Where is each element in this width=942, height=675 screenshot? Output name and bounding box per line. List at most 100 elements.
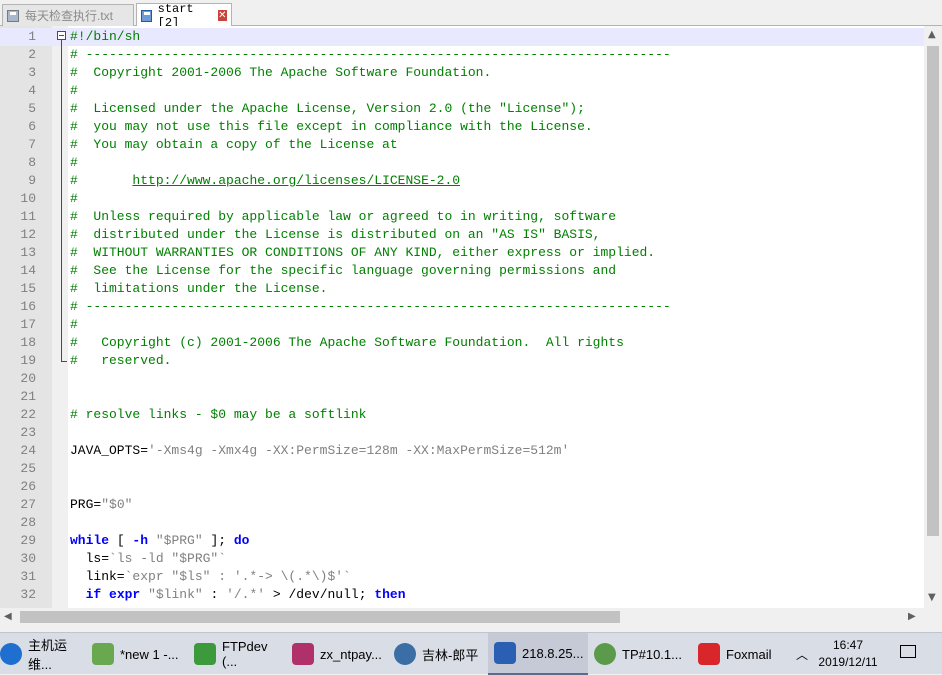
code-line[interactable]: 22 # resolve links - $0 may be a softlink xyxy=(0,406,924,424)
scroll-left-icon[interactable]: ◀ xyxy=(4,611,12,622)
line-number: 7 xyxy=(28,137,36,152)
line-number: 8 xyxy=(28,155,36,170)
code-line[interactable]: 23 xyxy=(0,424,924,442)
code-line[interactable]: 25 xyxy=(0,460,924,478)
line-text: # Copyright 2001-2006 The Apache Softwar… xyxy=(70,64,491,82)
code-line[interactable]: 18 # Copyright (c) 2001-2006 The Apache S… xyxy=(0,334,924,352)
line-text: # limitations under the License. xyxy=(70,280,327,298)
scrollbar-corner xyxy=(924,608,942,626)
code-token: # xyxy=(70,83,78,98)
taskbar-item[interactable]: 吉林-郎平 xyxy=(390,633,486,675)
chevron-up-icon[interactable]: ︿ xyxy=(796,646,808,663)
line-number: 6 xyxy=(28,119,36,134)
code-line[interactable]: 6 # you may not use this file except in c… xyxy=(0,118,924,136)
code-token: # reserved. xyxy=(70,353,172,368)
code-line[interactable]: 7 # You may obtain a copy of the License … xyxy=(0,136,924,154)
code-editor[interactable]: 1 #!/bin/sh 2 # ---------------------------… xyxy=(0,26,924,608)
line-number: 1 xyxy=(28,29,36,44)
line-number: 10 xyxy=(20,191,36,206)
line-number: 26 xyxy=(20,479,36,494)
taskbar-item[interactable]: TP#10.1... xyxy=(590,633,690,675)
line-text: #!/bin/sh xyxy=(70,28,140,46)
taskbar-item[interactable]: zx_ntpay... xyxy=(288,633,388,675)
code-line[interactable]: 20 xyxy=(0,370,924,388)
code-line[interactable]: 19 # reserved. xyxy=(0,352,924,370)
ftp-icon xyxy=(194,643,216,665)
line-number: 27 xyxy=(20,497,36,512)
line-number: 13 xyxy=(20,245,36,260)
code-line[interactable]: 12 # distributed under the License is dis… xyxy=(0,226,924,244)
taskbar-item-active[interactable]: 218.8.25... xyxy=(488,633,588,675)
taskbar-item[interactable]: FTPdev (... xyxy=(190,633,286,675)
line-number: 23 xyxy=(20,425,36,440)
line-number: 11 xyxy=(20,209,36,224)
fold-collapse-icon[interactable] xyxy=(57,31,66,40)
code-line[interactable]: 9 # http://www.apache.org/licenses/LICENS… xyxy=(0,172,924,190)
line-text: # resolve links - $0 may be a softlink xyxy=(70,406,366,424)
code-line[interactable]: 15 # limitations under the License. xyxy=(0,280,924,298)
code-line[interactable]: 10 # xyxy=(0,190,924,208)
taskbar-item[interactable]: 主机运维... xyxy=(0,633,86,675)
taskbar-item-label: *new 1 -... xyxy=(120,646,179,662)
scroll-down-icon[interactable]: ▼ xyxy=(928,592,936,603)
horizontal-scroll-thumb[interactable] xyxy=(20,611,620,623)
line-number: 22 xyxy=(20,407,36,422)
clock-time: 16:47 xyxy=(832,638,864,652)
tab-bar: 每天检查执行.txt start [2] ✕ xyxy=(0,0,942,30)
line-number: 16 xyxy=(20,299,36,314)
code-line[interactable]: 3 # Copyright 2001-2006 The Apache Softwa… xyxy=(0,64,924,82)
notification-icon[interactable] xyxy=(900,645,916,658)
code-line[interactable]: 24 JAVA_OPTS='-Xms4g -Xmx4g -XX:PermSize=… xyxy=(0,442,924,460)
close-tab-icon[interactable]: ✕ xyxy=(217,10,227,21)
code-token: # Copyright 2001-2006 The Apache Softwar… xyxy=(70,65,492,80)
code-line[interactable]: 4 # xyxy=(0,82,924,100)
code-line[interactable]: 30 ls=`ls -ld "$PRG"` xyxy=(0,550,924,568)
code-line[interactable]: 16 # ------------------------------------… xyxy=(0,298,924,316)
code-line[interactable]: 11 # Unless required by applicable law or… xyxy=(0,208,924,226)
taskbar-item-label: zx_ntpay... xyxy=(320,646,382,662)
code-token: if xyxy=(85,587,102,602)
line-text: # --------------------------------------… xyxy=(70,298,671,316)
code-token: # You may obtain a copy of the License a… xyxy=(70,137,398,152)
code-token: # xyxy=(70,191,78,206)
code-token: `expr "$ls" : '.*-> \(.*\)$'` xyxy=(124,569,351,584)
line-number: 28 xyxy=(20,515,36,530)
code-line[interactable]: 28 xyxy=(0,514,924,532)
code-line[interactable]: 17 # xyxy=(0,316,924,334)
code-line[interactable]: 32 if expr "$link" : '/.*' > /dev/null; … xyxy=(0,586,924,604)
line-number: 3 xyxy=(28,65,36,80)
scroll-right-icon[interactable]: ▶ xyxy=(908,611,916,622)
vertical-scrollbar[interactable]: ▲ ▼ xyxy=(924,26,942,608)
system-clock[interactable]: 16:47 2019/12/11 xyxy=(808,637,888,671)
code-line[interactable]: 21 xyxy=(0,388,924,406)
taskbar-item[interactable]: Foxmail xyxy=(692,633,788,675)
code-line[interactable]: 5 # Licensed under the Apache License, Ve… xyxy=(0,100,924,118)
vertical-scroll-thumb[interactable] xyxy=(927,46,939,536)
code-line[interactable]: 26 xyxy=(0,478,924,496)
code-line[interactable]: 29 while [ -h "$PRG" ]; do xyxy=(0,532,924,550)
clock-date: 2019/12/11 xyxy=(818,655,878,669)
code-token: > /dev/null; xyxy=(265,587,375,602)
code-token: # resolve links - $0 may be a softlink xyxy=(70,407,367,422)
line-number: 12 xyxy=(20,227,36,242)
code-line[interactable]: 8 # xyxy=(0,154,924,172)
taskbar-item[interactable]: *new 1 -... xyxy=(90,633,186,675)
code-line[interactable]: 13 # WITHOUT WARRANTIES OR CONDITIONS OF … xyxy=(0,244,924,262)
horizontal-scrollbar[interactable]: ◀ ▶ xyxy=(0,608,924,626)
line-number: 21 xyxy=(20,389,36,404)
saved-file-icon xyxy=(7,9,19,22)
code-line[interactable]: 14 # See the License for the specific lan… xyxy=(0,262,924,280)
taskbar-item-label: FTPdev (... xyxy=(222,639,268,669)
code-line[interactable]: 1 #!/bin/sh xyxy=(0,28,924,46)
line-number: 24 xyxy=(20,443,36,458)
code-line[interactable]: 31 link=`expr "$ls" : '.*-> \(.*\)$'` xyxy=(0,568,924,586)
tab-daily-check[interactable]: 每天检查执行.txt xyxy=(2,4,134,26)
scroll-up-icon[interactable]: ▲ xyxy=(928,29,936,40)
line-number: 32 xyxy=(20,587,36,602)
code-line[interactable]: 2 # -------------------------------------… xyxy=(0,46,924,64)
tab-start[interactable]: start [2] ✕ xyxy=(136,2,232,30)
code-line[interactable]: 27 PRG="$0" xyxy=(0,496,924,514)
code-token: # Unless required by applicable law or a… xyxy=(70,209,617,224)
line-number: 25 xyxy=(20,461,36,476)
